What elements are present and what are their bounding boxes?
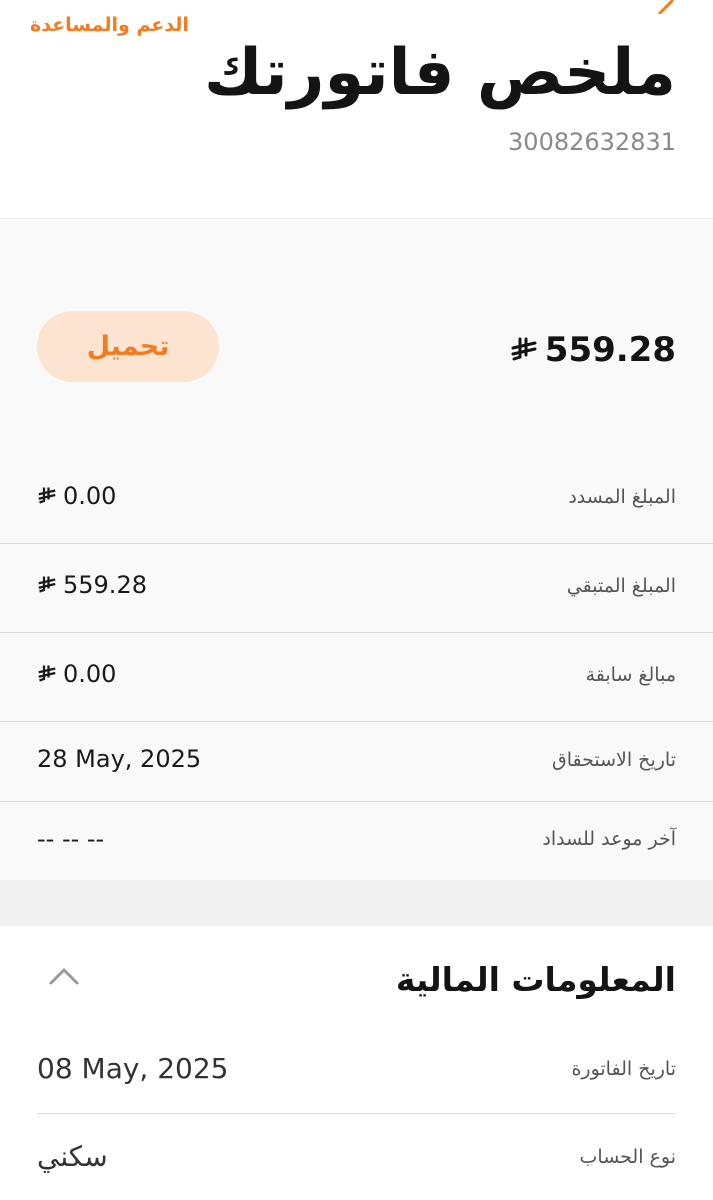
info-label: تاريخ الفاتورة [571, 1058, 676, 1080]
detail-value: 0.00 [37, 660, 116, 688]
detail-label: المبلغ المسدد [568, 486, 676, 508]
detail-label: آخر موعد للسداد [542, 828, 676, 850]
detail-row-last-payment-date: آخر موعد للسداد -- -- -- [0, 801, 713, 881]
support-link[interactable]: الدعم والمساعدة [30, 14, 189, 36]
info-label: نوع الحساب [579, 1146, 676, 1168]
invoice-number: 30082632831 [508, 128, 676, 156]
detail-row-remaining: المبلغ المتبقي 559.28 [0, 543, 713, 633]
detail-label: المبلغ المتبقي [566, 575, 676, 597]
detail-label: مبالغ سابقة [585, 664, 676, 686]
arrow-icon[interactable] [653, 0, 683, 14]
section-divider [0, 880, 713, 926]
detail-value: -- -- -- [37, 825, 105, 853]
page-title: ملخص فاتورتك [203, 36, 676, 110]
detail-row-due-date: تاريخ الاستحقاق 28 May, 2025 [0, 721, 713, 802]
info-row-account-type: نوع الحساب سكني [37, 1134, 676, 1194]
detail-value: 559.28 [37, 571, 147, 599]
detail-value: 28 May, 2025 [37, 745, 202, 773]
detail-row-previous: مبالغ سابقة 0.00 [0, 632, 713, 722]
chevron-up-icon[interactable] [48, 966, 80, 990]
saudi-riyal-icon [511, 330, 537, 370]
detail-value: 0.00 [37, 482, 116, 510]
info-value: سكني [37, 1140, 108, 1173]
saudi-riyal-icon [37, 482, 57, 510]
section-title: المعلومات المالية [395, 960, 676, 999]
detail-row-paid: المبلغ المسدد 0.00 [0, 453, 713, 544]
divider [37, 1113, 676, 1114]
download-button[interactable]: تحميل [37, 311, 219, 382]
info-value: 08 May, 2025 [37, 1052, 229, 1085]
total-amount: 559.28 [511, 330, 676, 370]
total-amount-value: 559.28 [544, 330, 676, 370]
saudi-riyal-icon [37, 660, 57, 688]
financial-info-header[interactable]: المعلومات المالية [0, 926, 713, 1036]
info-row-invoice-date: تاريخ الفاتورة 08 May, 2025 [37, 1046, 676, 1106]
saudi-riyal-icon [37, 571, 57, 599]
detail-label: تاريخ الاستحقاق [551, 749, 676, 771]
